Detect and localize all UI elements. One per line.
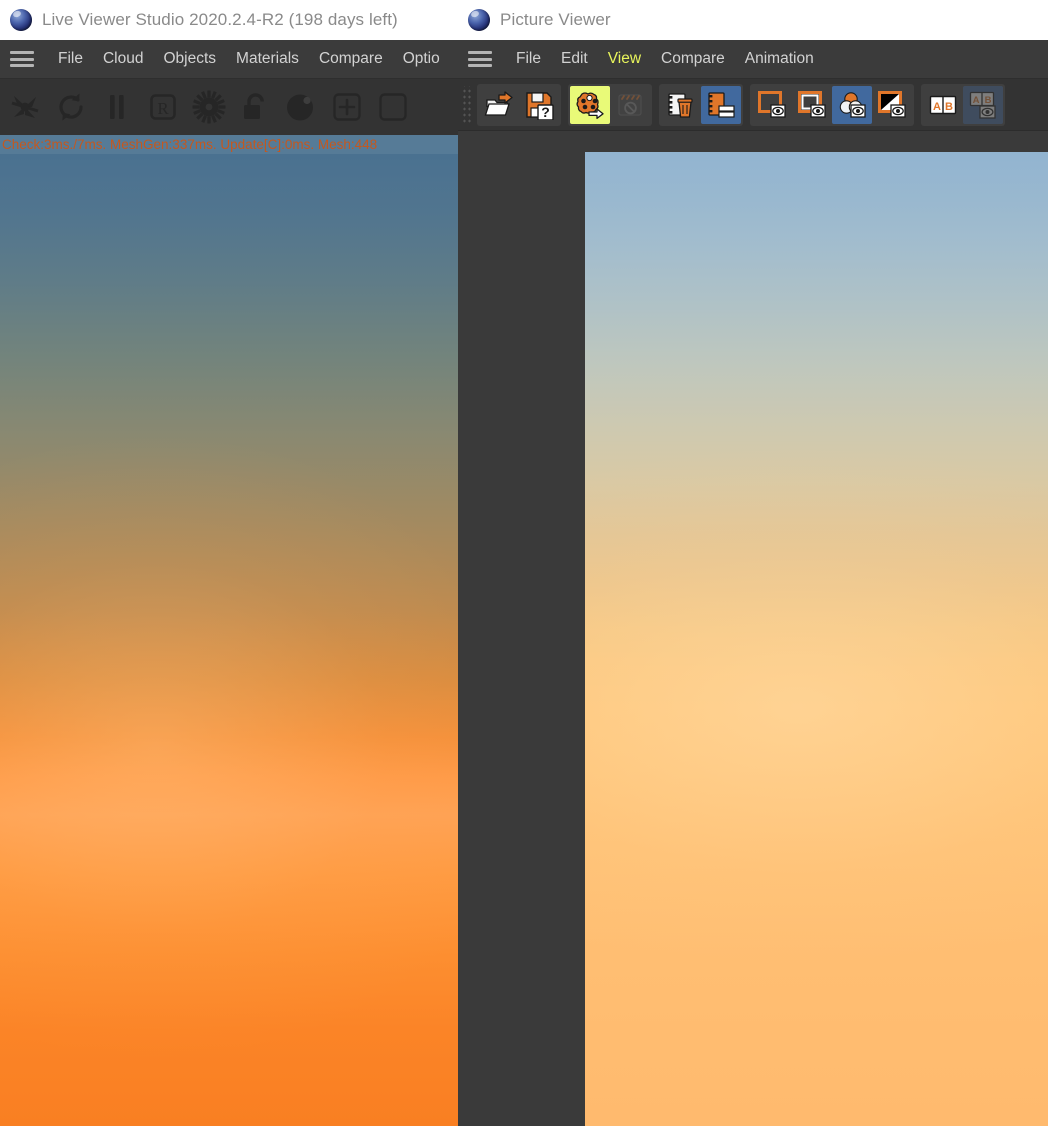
add-plus-glyph [333, 93, 361, 121]
svg-text:B: B [945, 101, 953, 113]
svg-text:A: A [973, 95, 980, 106]
picture-viewer-title: Picture Viewer [500, 10, 611, 29]
render-viewport[interactable] [0, 154, 458, 1126]
display-group [750, 83, 914, 126]
open-image-icon[interactable] [479, 86, 519, 124]
file-group: ? [477, 83, 561, 126]
stop-render-glyph [618, 93, 642, 116]
ab-compare-view-icon[interactable]: A B [963, 85, 1003, 124]
hamburger-menu-icon[interactable] [468, 51, 492, 67]
region-r-glyph: R [150, 94, 176, 120]
live-viewer-status-bar: Check:3ms./7ms. MeshGen:337ms. Update[C]… [0, 135, 458, 154]
sphere-preview-icon[interactable] [278, 83, 324, 131]
refresh-icon[interactable] [48, 83, 94, 131]
picture-viewer-menubar: File Edit View Compare Animation [458, 40, 1048, 79]
stop-render-icon[interactable] [610, 86, 650, 124]
render-to-picture-viewer-glyph [576, 91, 604, 119]
ab-compare-view-glyph: A B [969, 91, 996, 119]
menu-view[interactable]: View [598, 48, 651, 70]
show-alpha-channel-glyph [878, 90, 906, 118]
image-history-icon[interactable] [701, 85, 741, 124]
svg-text:?: ? [541, 104, 550, 120]
sphere-preview-glyph [287, 94, 313, 121]
compare-group: A B A B [921, 83, 1005, 126]
gear-sun-icon[interactable] [186, 83, 232, 131]
save-image-as-glyph: ? [526, 91, 554, 120]
ab-compare-glyph: A B [929, 95, 957, 114]
svg-text:A: A [933, 101, 941, 113]
extra-icon[interactable] [370, 83, 416, 131]
picture-canvas[interactable] [458, 131, 1048, 1126]
pause-icon[interactable] [94, 83, 140, 131]
show-safe-frame-icon[interactable] [792, 86, 832, 124]
history-group [659, 83, 743, 126]
toolbar-drag-handle[interactable] [461, 85, 473, 124]
stop-render-glyph [11, 96, 39, 118]
add-plus-icon[interactable] [324, 83, 370, 131]
show-alpha-channel-icon[interactable] [872, 86, 912, 124]
sphere-logo-icon [10, 9, 32, 31]
gear-sun-glyph [192, 90, 226, 124]
menu-options[interactable]: Optio [393, 48, 450, 70]
ab-compare-icon[interactable]: A B [923, 86, 963, 124]
image-history-glyph [708, 91, 735, 118]
sphere-logo-icon [468, 9, 490, 31]
delete-image-icon[interactable] [661, 86, 701, 124]
menu-file[interactable]: File [506, 48, 551, 70]
live-viewer-title: Live Viewer Studio 2020.2.4-R2 (198 days… [42, 10, 398, 29]
live-viewer-titlebar: Live Viewer Studio 2020.2.4-R2 (198 days… [0, 0, 458, 40]
menu-materials[interactable]: Materials [226, 48, 309, 70]
menu-compare[interactable]: Compare [651, 48, 735, 70]
picture-viewer-toolbar: ? A B A B [458, 79, 1048, 131]
show-border-icon[interactable] [752, 86, 792, 124]
picture-viewer-titlebar: Picture Viewer [458, 0, 1048, 40]
svg-text:B: B [985, 95, 992, 106]
show-color-channels-icon[interactable] [832, 85, 872, 124]
menu-cloud[interactable]: Cloud [93, 48, 154, 70]
unlock-icon[interactable] [232, 83, 278, 131]
show-safe-frame-glyph [798, 90, 826, 118]
refresh-glyph [59, 93, 83, 121]
delete-image-glyph [668, 92, 693, 118]
picture-viewer-window: Picture Viewer File Edit View Compare An… [458, 0, 1048, 1126]
unlock-glyph [244, 93, 264, 119]
menu-objects[interactable]: Objects [153, 48, 226, 70]
live-viewer-window: Live Viewer Studio 2020.2.4-R2 (198 days… [0, 0, 458, 1126]
render-to-picture-viewer-icon[interactable] [570, 85, 610, 124]
save-image-as-icon[interactable]: ? [519, 86, 559, 124]
menu-compare[interactable]: Compare [309, 48, 393, 70]
svg-text:R: R [157, 99, 169, 118]
live-viewer-toolbar: R [0, 79, 458, 135]
stop-render-icon[interactable] [2, 83, 48, 131]
menu-edit[interactable]: Edit [551, 48, 598, 70]
menu-file[interactable]: File [48, 48, 93, 70]
menu-animation[interactable]: Animation [735, 48, 824, 70]
show-color-channels-glyph [839, 91, 866, 118]
render-group [568, 83, 652, 126]
pause-glyph [110, 95, 124, 119]
open-image-glyph [484, 90, 513, 116]
live-viewer-menubar: File Cloud Objects Materials Compare Opt… [0, 40, 458, 79]
rendered-image-preview[interactable] [585, 152, 1048, 1126]
region-r-icon[interactable]: R [140, 83, 186, 131]
extra-glyph [379, 93, 407, 121]
hamburger-menu-icon[interactable] [10, 51, 34, 67]
show-border-glyph [758, 90, 786, 118]
